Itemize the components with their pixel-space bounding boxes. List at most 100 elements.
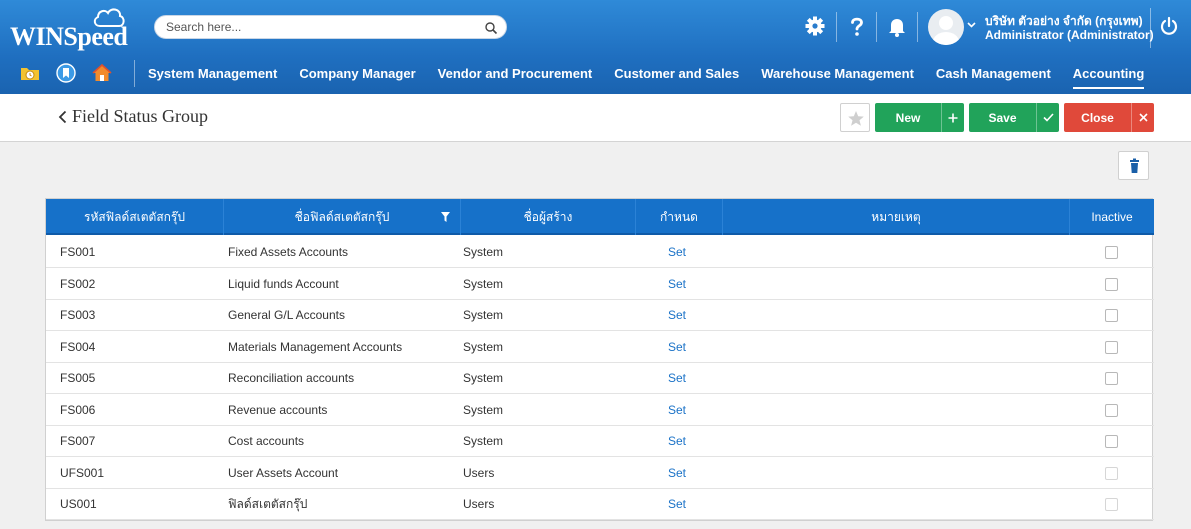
cell-creator: Users — [463, 497, 495, 511]
column-header-creator[interactable]: ชื่อผู้สร้าง — [461, 199, 636, 235]
user-name: Administrator (Administrator) — [985, 28, 1154, 42]
cell-name: Reconciliation accounts — [228, 371, 355, 385]
nav-cash-management[interactable]: Cash Management — [925, 55, 1062, 93]
set-link[interactable]: Set — [668, 300, 686, 331]
divider — [876, 12, 877, 42]
set-link[interactable]: Set — [668, 363, 686, 394]
cell-name: Materials Management Accounts — [228, 339, 403, 354]
folder-clock-icon[interactable] — [20, 63, 40, 83]
cell-code: FS001 — [60, 245, 96, 259]
set-link[interactable]: Set — [668, 332, 686, 363]
cell-code: FS006 — [60, 402, 96, 417]
back-icon[interactable] — [58, 110, 68, 124]
table-row[interactable]: FS005 Reconciliation accounts System Set — [46, 363, 1154, 394]
search-input[interactable] — [166, 19, 466, 35]
table-row[interactable]: FS001 Fixed Assets Accounts System Set — [46, 237, 1154, 268]
divider — [134, 60, 135, 87]
column-header-name-label: ชื่อฟิลด์สเตตัสกรุ๊ป — [294, 210, 390, 224]
table-row[interactable]: FS002 Liquid funds Account System Set — [46, 269, 1154, 300]
cell-creator: System — [463, 245, 504, 259]
table-row[interactable]: FS004 Materials Management Accounts System… — [46, 332, 1154, 363]
table-row[interactable]: FS007 Cost accounts System Set — [46, 426, 1154, 457]
cell-creator: System — [463, 402, 504, 417]
save-button[interactable]: Save — [969, 103, 1059, 132]
cell-name: Cost accounts — [228, 434, 305, 448]
set-link[interactable]: Set — [668, 489, 686, 520]
nav-system-management[interactable]: System Management — [137, 55, 288, 93]
new-button[interactable]: New — [875, 103, 964, 132]
inactive-checkbox[interactable] — [1105, 372, 1118, 385]
inactive-checkbox[interactable] — [1105, 435, 1118, 448]
set-link[interactable]: Set — [668, 395, 686, 426]
divider — [1150, 8, 1151, 48]
chevron-down-icon[interactable] — [967, 22, 976, 28]
nav-company-manager[interactable]: Company Manager — [288, 55, 426, 93]
inactive-checkbox[interactable] — [1105, 246, 1118, 259]
cell-creator: System — [463, 308, 504, 322]
top-bar: WINSpeed Search here... บริษัท ตัวอย่าง … — [0, 0, 1191, 94]
cell-name: Fixed Assets Accounts — [228, 245, 349, 259]
set-link[interactable]: Set — [668, 237, 686, 268]
column-header-name[interactable]: ชื่อฟิลด์สเตตัสกรุ๊ป — [224, 199, 461, 235]
power-icon[interactable] — [1159, 16, 1179, 36]
cell-creator: System — [463, 276, 504, 291]
cell-creator: System — [463, 434, 504, 448]
app-logo[interactable]: WINSpeed — [10, 8, 135, 52]
inactive-checkbox[interactable] — [1105, 309, 1118, 322]
cell-code: US001 — [60, 497, 97, 511]
trash-icon — [1130, 158, 1139, 173]
cell-creator: Users — [463, 465, 495, 480]
nav-warehouse-management[interactable]: Warehouse Management — [750, 55, 925, 93]
table-row[interactable]: FS003 General G/L Accounts System Set — [46, 300, 1154, 331]
bookmark-icon[interactable] — [56, 63, 76, 83]
inactive-checkbox[interactable] — [1105, 498, 1118, 511]
bell-icon[interactable] — [886, 15, 908, 37]
close-button-label: Close — [1081, 110, 1114, 125]
save-button-label: Save — [988, 110, 1017, 125]
cell-code: FS002 — [60, 276, 96, 291]
avatar[interactable] — [928, 9, 964, 45]
column-header-code[interactable]: รหัสฟิลด์สเตตัสกรุ๊ป — [46, 199, 224, 235]
cell-name: Liquid funds Account — [228, 276, 339, 291]
cell-code: UFS001 — [60, 465, 105, 480]
star-icon — [848, 111, 864, 126]
divider — [917, 12, 918, 42]
close-icon — [1131, 103, 1154, 132]
nav-accounting[interactable]: Accounting — [1062, 55, 1156, 93]
plus-icon — [941, 103, 964, 132]
user-icon — [933, 16, 959, 45]
logo-text: WINSpeed — [10, 22, 128, 51]
field-status-group-table: รหัสฟิลด์สเตตัสกรุ๊ป ชื่อฟิลด์สเตตัสกรุ๊… — [45, 198, 1154, 521]
delete-button[interactable] — [1118, 151, 1149, 180]
table-header: รหัสฟิลด์สเตตัสกรุ๊ป ชื่อฟิลด์สเตตัสกรุ๊… — [46, 199, 1154, 235]
filter-icon[interactable] — [441, 212, 450, 222]
check-icon — [1036, 103, 1059, 132]
home-icon[interactable] — [92, 63, 112, 83]
search-icon[interactable] — [484, 21, 498, 35]
help-icon[interactable] — [846, 15, 868, 37]
set-link[interactable]: Set — [668, 269, 686, 300]
cell-creator: System — [463, 339, 504, 354]
column-header-inactive[interactable]: Inactive — [1070, 199, 1154, 235]
column-header-action[interactable]: กำหนด — [636, 199, 723, 235]
inactive-checkbox[interactable] — [1105, 403, 1118, 417]
inactive-checkbox[interactable] — [1105, 340, 1118, 354]
column-header-note[interactable]: หมายเหตุ — [723, 199, 1070, 235]
favorite-button[interactable] — [840, 103, 870, 132]
cell-code: FS003 — [60, 308, 96, 322]
search-box[interactable] — [154, 15, 507, 39]
nav-vendor-procurement[interactable]: Vendor and Procurement — [427, 55, 604, 93]
page-title: Field Status Group — [72, 106, 209, 126]
main-nav: System Management Company Manager Vendor… — [137, 55, 1155, 93]
gear-icon[interactable] — [804, 15, 826, 37]
set-link[interactable]: Set — [668, 426, 686, 457]
cell-name: ฟิลด์สเตตัสกรุ๊ป — [228, 497, 308, 511]
inactive-checkbox[interactable] — [1105, 277, 1118, 291]
table-row[interactable]: FS006 Revenue accounts System Set — [46, 395, 1154, 426]
table-row[interactable]: UFS001 User Assets Account Users Set — [46, 458, 1154, 489]
nav-customer-sales[interactable]: Customer and Sales — [603, 55, 750, 93]
table-row[interactable]: US001 ฟิลด์สเตตัสกรุ๊ป Users Set — [46, 489, 1154, 520]
close-button[interactable]: Close — [1064, 103, 1154, 132]
set-link[interactable]: Set — [668, 458, 686, 489]
inactive-checkbox[interactable] — [1105, 466, 1118, 480]
